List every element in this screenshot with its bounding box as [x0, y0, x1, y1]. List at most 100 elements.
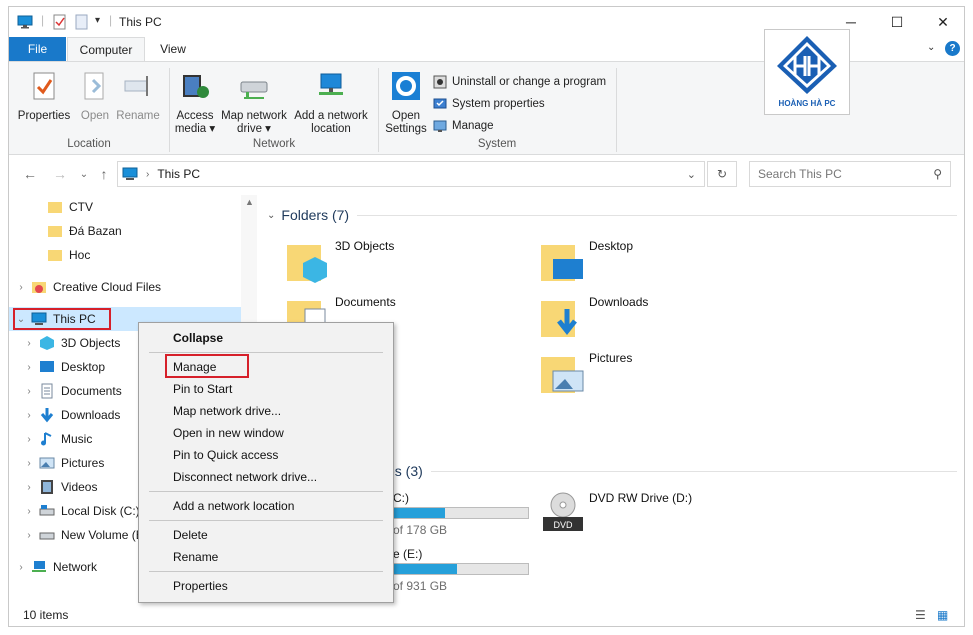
- drive-c-size: of 178 GB: [393, 523, 448, 537]
- hoang-ha-pc-logo: HOÀNG HÀ PC: [764, 29, 850, 115]
- folder-desktop[interactable]: Desktop: [539, 239, 633, 285]
- back-button[interactable]: ←: [19, 163, 41, 185]
- folder-3d-objects[interactable]: 3D Objects: [285, 239, 394, 285]
- nav-item-new-volume[interactable]: › New Volume (E:): [23, 523, 151, 547]
- dvd-drive[interactable]: DVD DVD RW Drive (D:): [539, 491, 692, 537]
- expand-ribbon-icon[interactable]: ⌄: [927, 42, 935, 53]
- drive-icon: [39, 532, 55, 540]
- tab-computer[interactable]: Computer: [67, 37, 145, 61]
- dvd-drive-icon: DVD: [543, 492, 583, 531]
- large-icons-view-icon[interactable]: ▦: [937, 608, 948, 622]
- nav-item-music[interactable]: › Music: [23, 427, 92, 451]
- chevron-right-icon[interactable]: ›: [23, 362, 35, 373]
- nav-item-documents[interactable]: › Documents: [23, 379, 122, 403]
- address-dropdown-icon[interactable]: ⌄: [687, 168, 696, 181]
- close-button[interactable]: ✕: [920, 7, 964, 37]
- menu-item-properties[interactable]: Properties: [173, 575, 228, 597]
- details-view-icon[interactable]: ☰: [915, 608, 926, 622]
- help-icon[interactable]: ?: [945, 41, 960, 56]
- nav-item-desktop[interactable]: › Desktop: [23, 355, 105, 379]
- system-properties-button[interactable]: System properties: [433, 94, 545, 114]
- devices-section-header[interactable]: es (3): [387, 463, 957, 479]
- chevron-right-icon[interactable]: ›: [15, 282, 27, 293]
- properties-button[interactable]: Properties: [15, 70, 73, 123]
- recent-locations-button[interactable]: ⌄: [73, 163, 95, 185]
- drive-e-label[interactable]: e (E:): [393, 547, 422, 561]
- this-pc-icon: [122, 167, 138, 180]
- chevron-right-icon[interactable]: ›: [15, 562, 27, 573]
- 3d-objects-folder-icon: [287, 245, 327, 283]
- open-button[interactable]: Open: [75, 70, 115, 123]
- nav-item-da-bazan[interactable]: Đá Bazan: [31, 219, 122, 243]
- chevron-right-icon[interactable]: ›: [23, 386, 35, 397]
- media-icon: [183, 75, 209, 98]
- chevron-right-icon[interactable]: ›: [23, 434, 35, 445]
- properties-quick-icon[interactable]: [53, 14, 67, 30]
- scroll-up-icon[interactable]: ▲: [245, 197, 254, 207]
- refresh-button[interactable]: ↻: [707, 161, 737, 187]
- chevron-right-icon[interactable]: ›: [23, 506, 35, 517]
- nav-item-creative-cloud[interactable]: › Creative Cloud Files: [15, 275, 161, 299]
- window-title: This PC: [119, 15, 162, 29]
- drive-e-size: of 931 GB: [393, 579, 448, 593]
- downloads-icon: [40, 408, 54, 423]
- creative-cloud-icon: [32, 282, 46, 293]
- menu-item-add-network-location[interactable]: Add a network location: [173, 495, 294, 517]
- menu-item-rename[interactable]: Rename: [173, 546, 218, 568]
- up-button[interactable]: ↑: [93, 163, 115, 185]
- nav-item-3d-objects[interactable]: › 3D Objects: [23, 331, 120, 355]
- chevron-down-icon[interactable]: ⌄: [267, 210, 275, 221]
- chevron-right-icon[interactable]: ›: [23, 410, 35, 421]
- menu-item-pin-to-start[interactable]: Pin to Start: [173, 378, 232, 400]
- menu-item-pin-quick-access[interactable]: Pin to Quick access: [173, 444, 278, 466]
- network-location-icon: [319, 73, 343, 95]
- tab-view[interactable]: View: [149, 37, 197, 61]
- chevron-right-icon[interactable]: ›: [23, 482, 35, 493]
- new-folder-quick-icon[interactable]: [75, 14, 89, 30]
- maximize-button[interactable]: ☐: [874, 7, 920, 37]
- folder-pictures[interactable]: Pictures: [539, 351, 632, 397]
- map-network-drive-button[interactable]: Map network drive ▾: [219, 70, 289, 136]
- item-count: 10 items: [23, 608, 69, 622]
- add-network-location-button[interactable]: Add a network location: [291, 70, 371, 136]
- breadcrumb-chevron-icon[interactable]: ›: [146, 169, 149, 180]
- menu-item-open-new-window[interactable]: Open in new window: [173, 422, 284, 444]
- folder-downloads[interactable]: Downloads: [539, 295, 648, 341]
- nav-item-pictures[interactable]: › Pictures: [23, 451, 104, 475]
- manage-icon: [433, 120, 447, 132]
- menu-item-delete[interactable]: Delete: [173, 524, 208, 546]
- search-input[interactable]: Search This PC ⚲: [749, 161, 951, 187]
- chevron-right-icon[interactable]: ›: [23, 458, 35, 469]
- menu-item-map-network-drive[interactable]: Map network drive...: [173, 400, 281, 422]
- logo-diamond-icon: [777, 36, 837, 94]
- chevron-right-icon[interactable]: ›: [23, 338, 35, 349]
- 3d-objects-icon: [40, 336, 54, 350]
- menu-item-collapse[interactable]: Collapse: [173, 327, 223, 349]
- group-label-system: System: [477, 138, 517, 150]
- address-bar[interactable]: › This PC ⌄: [117, 161, 705, 187]
- drive-c-label[interactable]: C:): [393, 491, 409, 505]
- nav-item-network[interactable]: › Network: [15, 555, 97, 579]
- uninstall-program-button[interactable]: Uninstall or change a program: [433, 72, 606, 92]
- nav-item-ctv[interactable]: CTV: [31, 195, 93, 219]
- open-settings-button[interactable]: Open Settings: [381, 70, 431, 136]
- forward-button[interactable]: →: [49, 163, 71, 185]
- drive-c-usage-fill: [394, 508, 445, 518]
- nav-item-downloads[interactable]: › Downloads: [23, 403, 120, 427]
- open-icon: [84, 72, 104, 100]
- nav-item-videos[interactable]: › Videos: [23, 475, 97, 499]
- nav-item-hoc[interactable]: Hoc: [31, 243, 90, 267]
- access-media-button[interactable]: Access media ▾: [173, 70, 217, 136]
- breadcrumb-this-pc[interactable]: This PC: [157, 167, 200, 181]
- nav-item-local-disk[interactable]: › Local Disk (C:): [23, 499, 139, 523]
- dvd-badge: DVD: [553, 520, 573, 530]
- status-bar: 10 items ☰ ▦: [9, 603, 964, 626]
- folders-section-header[interactable]: ⌄ Folders (7): [267, 207, 957, 223]
- logo-text: HOÀNG HÀ PC: [778, 99, 836, 108]
- chevron-right-icon[interactable]: ›: [23, 530, 35, 541]
- menu-item-disconnect-drive[interactable]: Disconnect network drive...: [173, 466, 317, 488]
- rename-button[interactable]: Rename: [115, 70, 161, 123]
- customize-toolbar-icon[interactable]: ▾: [95, 15, 100, 26]
- tab-file[interactable]: File: [9, 37, 66, 61]
- manage-ribbon-button[interactable]: Manage: [433, 116, 494, 136]
